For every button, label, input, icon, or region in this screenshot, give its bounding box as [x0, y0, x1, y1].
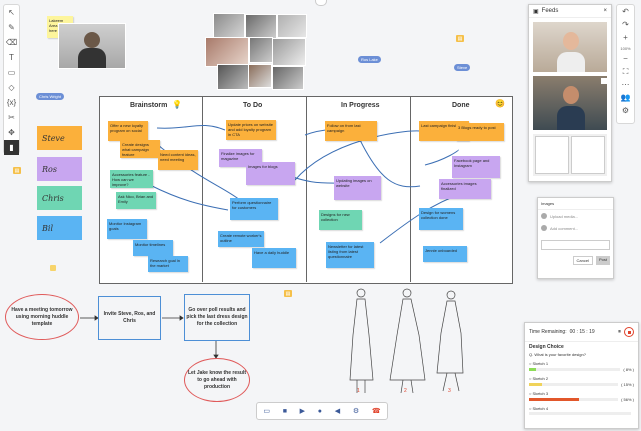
timer-label: Time Remaining: — [529, 329, 567, 335]
images-panel-title: Images — [538, 198, 613, 210]
poll-percent: ( 8% ) — [623, 367, 634, 372]
poll-panel: Time Remaining: 00 : 15 : 19 ⏸ Design Ch… — [524, 322, 639, 429]
comment-input[interactable] — [541, 240, 610, 250]
poll-bar-fill — [529, 383, 543, 386]
video-tile[interactable] — [533, 22, 607, 72]
sketch-head — [356, 288, 366, 298]
stop-icon[interactable] — [624, 327, 634, 337]
poll-bar-track — [529, 398, 619, 401]
dress-sketch-1 — [349, 298, 374, 381]
camera-icon[interactable]: ■ — [283, 408, 287, 415]
panel-row-text: Upload media... — [550, 213, 579, 219]
poll-bar-track — [529, 368, 621, 371]
poll-option-label: ○ Sketch 1 — [529, 361, 549, 366]
post-button[interactable]: Post — [595, 256, 610, 265]
feeds-title: Feeds — [541, 8, 559, 14]
video-tile[interactable] — [533, 76, 609, 130]
participant-body-shape — [557, 52, 585, 72]
poll-option[interactable]: ○ Sketch 3 ( 56% ) — [525, 389, 638, 404]
cancel-button[interactable]: Cancel — [572, 256, 593, 265]
panel-row-text: Add comment... — [550, 225, 579, 231]
feeds-icon: ▣ — [533, 8, 539, 15]
flow-step-box[interactable]: Invite Steve, Ros, and Chris — [98, 296, 161, 340]
poll-option[interactable]: ○ Sketch 1 ( 8% ) — [525, 359, 638, 374]
sketch-number: 2 — [404, 388, 407, 394]
screen-share-icon[interactable]: ▭ — [263, 407, 270, 415]
flow-step-box[interactable]: Go over poll results and pick the last d… — [184, 294, 250, 341]
poll-bar-fill — [529, 398, 579, 401]
poll-option[interactable]: ○ Sketch 2 ( 15% ) — [525, 374, 638, 389]
expand-icon[interactable] — [601, 78, 609, 84]
flow-end-oval[interactable]: Let Jake know the result to go ahead wit… — [184, 358, 250, 402]
bottom-control-bar: ▭ ■ ▶ ● ◀ ⚙ ☎ — [256, 402, 388, 420]
video-icon[interactable]: ▶ — [300, 407, 305, 415]
images-comment-panel: Images Upload media... Add comment... Ca… — [537, 197, 614, 279]
pause-icon[interactable]: ⏸ — [618, 329, 621, 336]
participant-face-shape — [563, 86, 579, 104]
sketch-head — [402, 288, 412, 298]
panel-row: Upload media... — [538, 210, 613, 222]
poll-title: Design Choice — [529, 344, 564, 350]
sketch-number: 1 — [357, 388, 360, 394]
poll-question: Q. What is your favorite design? — [529, 352, 586, 357]
close-icon[interactable]: × — [603, 8, 607, 14]
screen-thumbnail[interactable] — [571, 136, 605, 174]
feeds-header: ▣ Feeds × — [529, 5, 611, 18]
poll-timer-bar: Time Remaining: 00 : 15 : 19 ⏸ — [525, 323, 638, 342]
poll-bar-fill — [529, 368, 537, 371]
arrow-head — [179, 315, 184, 321]
feeds-panel: ▣ Feeds × — [528, 4, 612, 182]
dress-sketches — [349, 288, 464, 394]
dress-sketch-2 — [389, 298, 426, 381]
poll-percent: ( 56% ) — [621, 397, 634, 402]
panel-row: Add comment... — [538, 222, 613, 234]
avatar — [541, 213, 547, 219]
shared-screens[interactable] — [533, 134, 607, 176]
sketch-head — [446, 290, 456, 300]
microphone-icon[interactable]: ● — [318, 408, 322, 415]
participant-face-shape — [563, 32, 579, 50]
timer-value: 00 : 15 : 19 — [569, 329, 595, 335]
poll-options: ○ Sketch 1( 8% ) ○ Sketch 2( 15% ) ○ Sketc… — [525, 359, 638, 417]
avatar — [541, 225, 547, 231]
volume-icon[interactable]: ◀ — [335, 407, 340, 415]
poll-bar-track — [529, 412, 631, 415]
dress-sketch-3 — [436, 300, 464, 374]
screen-thumbnail[interactable] — [535, 136, 569, 174]
poll-bar-track — [529, 383, 619, 386]
poll-option-label: ○ Sketch 2 — [529, 376, 549, 381]
leave-icon[interactable]: ☎ — [372, 407, 381, 415]
poll-option-label: ○ Sketch 3 — [529, 391, 549, 396]
poll-option[interactable]: ○ Sketch 4 — [525, 404, 638, 417]
flow-start-oval[interactable]: Have a meeting tomorrow using morning hu… — [5, 294, 79, 340]
participant-body-shape — [557, 106, 585, 130]
settings-icon[interactable]: ⚙ — [353, 407, 359, 415]
poll-percent: ( 15% ) — [621, 382, 634, 387]
sketch-number: 3 — [448, 388, 451, 394]
poll-option-label: ○ Sketch 4 — [529, 406, 549, 411]
